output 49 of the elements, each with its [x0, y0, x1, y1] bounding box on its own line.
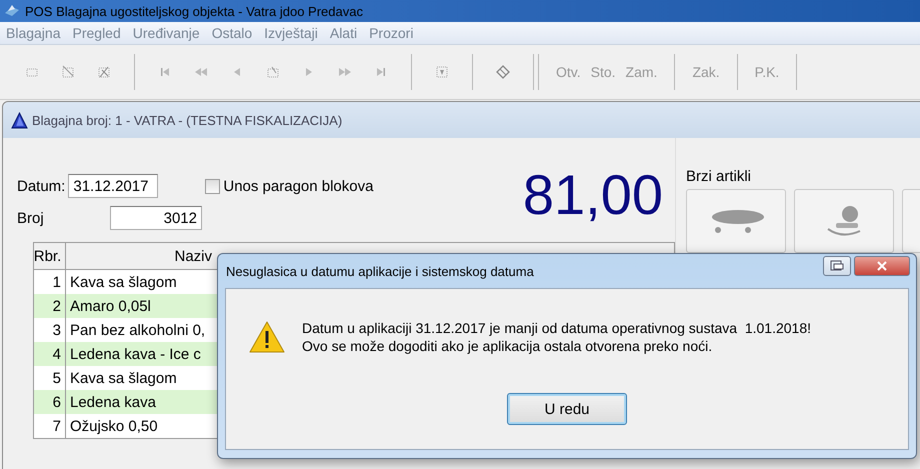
message-text: Ovo se može dogoditi ako je aplikacija ostala otvorena preko noći. [302, 337, 714, 355]
first-icon[interactable] [158, 65, 172, 79]
document-icon[interactable] [61, 65, 75, 79]
menu-item[interactable]: Pregled [72, 25, 121, 41]
table-cell: 4 [34, 342, 66, 366]
column-header: Rbr. [34, 243, 66, 269]
dialog-title: Nesuglasica u datumu aplikacije i sistemskog datuma [226, 264, 535, 278]
menu-item[interactable]: Prozori [369, 25, 414, 41]
paragon-checkbox[interactable]: Unos paragon blokova [205, 178, 374, 194]
menu-item[interactable]: Izvještaji [264, 25, 318, 41]
window-title: Blagajna broj: 1 - VATRA - (TESTNA FISKALIZACIJA) [32, 112, 342, 128]
table-cell-text: Kava sa šlagom [69, 370, 177, 386]
window-title: POS Blagajna ugostiteljskog objekta - Vatra jdoo Predavac [25, 4, 363, 18]
triangle-icon [11, 112, 28, 128]
number-field[interactable]: 3012 [110, 206, 202, 230]
table-cell: 2 [34, 294, 66, 318]
column-header: Naziv [173, 248, 212, 264]
document-icon[interactable] [435, 65, 449, 79]
close-button[interactable] [854, 256, 910, 276]
table-cell: 7 [34, 414, 66, 438]
date-label: Datum: [17, 178, 66, 194]
panel-title: Brzi artikli [686, 168, 752, 185]
date-field[interactable]: 31.12.2017 [68, 174, 158, 198]
last-icon[interactable] [374, 65, 388, 79]
table-cell: 6 [34, 390, 66, 414]
table-cell-text: Ledena kava [69, 394, 156, 410]
menu-item[interactable]: Ostalo [212, 25, 252, 41]
table-cell-text: Kava sa šlagom [69, 274, 177, 290]
table-cell-text: Pan bez alkoholni 0, [69, 322, 206, 338]
menu-item[interactable]: Alati [330, 25, 358, 41]
restore-button[interactable] [823, 256, 851, 276]
fast-forward-icon[interactable] [338, 65, 352, 79]
rewind-icon[interactable] [194, 65, 208, 79]
app-icon [4, 4, 20, 18]
number-label: Broj [17, 210, 45, 226]
table-cell-text: Amaro 0,05l [69, 298, 151, 314]
table-cell-text: Ledena kava - Ice c [69, 346, 201, 362]
warning-icon [248, 320, 286, 354]
delete-icon[interactable] [97, 65, 111, 79]
quick-item-button[interactable] [686, 189, 786, 253]
table-cell-text: Ožujsko 0,50 [69, 418, 158, 434]
ok-button[interactable]: U redu [507, 393, 627, 425]
menu-item[interactable]: Uređivanje [132, 25, 200, 41]
message-text: Datum u aplikaciji 31.12.2017 je manji od datuma operativnog sustava 1.01.2018! [302, 319, 811, 337]
windows-icon [830, 260, 844, 272]
close-icon [876, 261, 888, 271]
menu-item[interactable]: Blagajna [6, 25, 60, 41]
total-amount: 81,00 [522, 162, 663, 227]
document-icon[interactable] [266, 65, 280, 79]
